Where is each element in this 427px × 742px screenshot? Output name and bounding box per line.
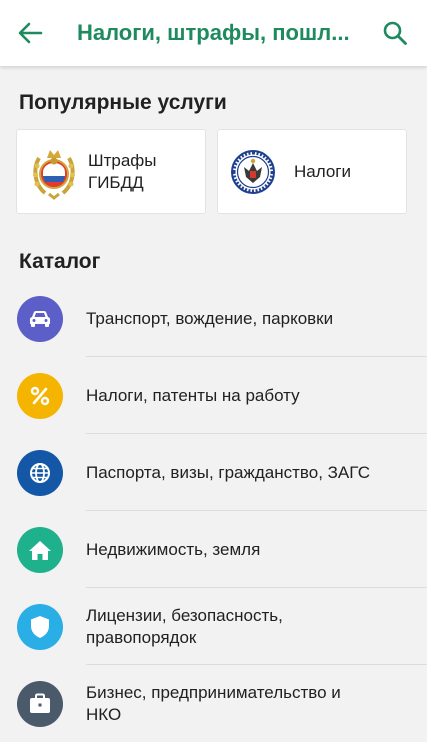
- search-button[interactable]: [375, 13, 415, 53]
- arrow-left-icon: [18, 22, 43, 44]
- catalog-item-label: Транспорт, вождение, парковки: [86, 308, 334, 328]
- catalog-item-transport[interactable]: Транспорт, вождение, парковки: [0, 280, 427, 357]
- catalog-item-label: Лицензии, безопасность, правопорядок: [86, 605, 283, 647]
- tax-service-emblem-icon: [228, 144, 278, 200]
- catalog-item-label: Недвижимость, земля: [86, 539, 261, 559]
- catalog-item-label: Бизнес, предпринимательство и НКО: [86, 682, 341, 724]
- catalog-icon-circle: [17, 603, 63, 650]
- catalog-item-real-estate[interactable]: Недвижимость, земля: [0, 511, 427, 588]
- popular-services: Штрафы ГИБДД Налоги: [16, 129, 407, 214]
- catalog-title: Каталог: [19, 250, 101, 273]
- catalog-icon-circle: [17, 680, 63, 727]
- catalog-icon-circle: [17, 526, 63, 573]
- back-button[interactable]: [10, 13, 50, 53]
- car-icon: [30, 310, 50, 327]
- catalog-item-taxes[interactable]: Налоги, патенты на работу: [0, 357, 427, 434]
- card-gibdd-fines[interactable]: Штрафы ГИБДД: [16, 129, 206, 214]
- card-taxes-label: Налоги: [294, 161, 351, 181]
- globe-icon: [30, 462, 50, 483]
- catalog-item-licenses[interactable]: Лицензии, безопасность, правопорядок: [0, 588, 427, 665]
- search-icon: [383, 21, 407, 45]
- app-bar: Налоги, штрафы, пошл...: [0, 0, 427, 66]
- catalog-item-passports[interactable]: Паспорта, визы, гражданство, ЗАГС: [0, 434, 427, 511]
- gibdd-emblem-icon: [29, 144, 79, 200]
- popular-services-title: Популярные услуги: [19, 91, 227, 114]
- catalog-icon-circle: [17, 449, 63, 496]
- catalog-item-business[interactable]: Бизнес, предпринимательство и НКО: [0, 665, 427, 742]
- page-title: Налоги, штрафы, пошл...: [77, 20, 350, 45]
- shield-icon: [31, 615, 49, 638]
- catalog-list: Транспорт, вождение, парковки Налоги, па…: [0, 280, 427, 742]
- card-taxes[interactable]: Налоги: [217, 129, 407, 214]
- catalog-icon-circle: [17, 372, 63, 419]
- catalog-icon-circle: [17, 295, 63, 342]
- catalog-item-label: Налоги, патенты на работу: [86, 385, 300, 405]
- percent-icon: [30, 386, 50, 405]
- briefcase-icon: [30, 693, 50, 713]
- card-gibdd-label: Штрафы ГИБДД: [88, 150, 157, 192]
- house-icon: [29, 540, 51, 560]
- catalog-item-label: Паспорта, визы, гражданство, ЗАГС: [86, 462, 370, 482]
